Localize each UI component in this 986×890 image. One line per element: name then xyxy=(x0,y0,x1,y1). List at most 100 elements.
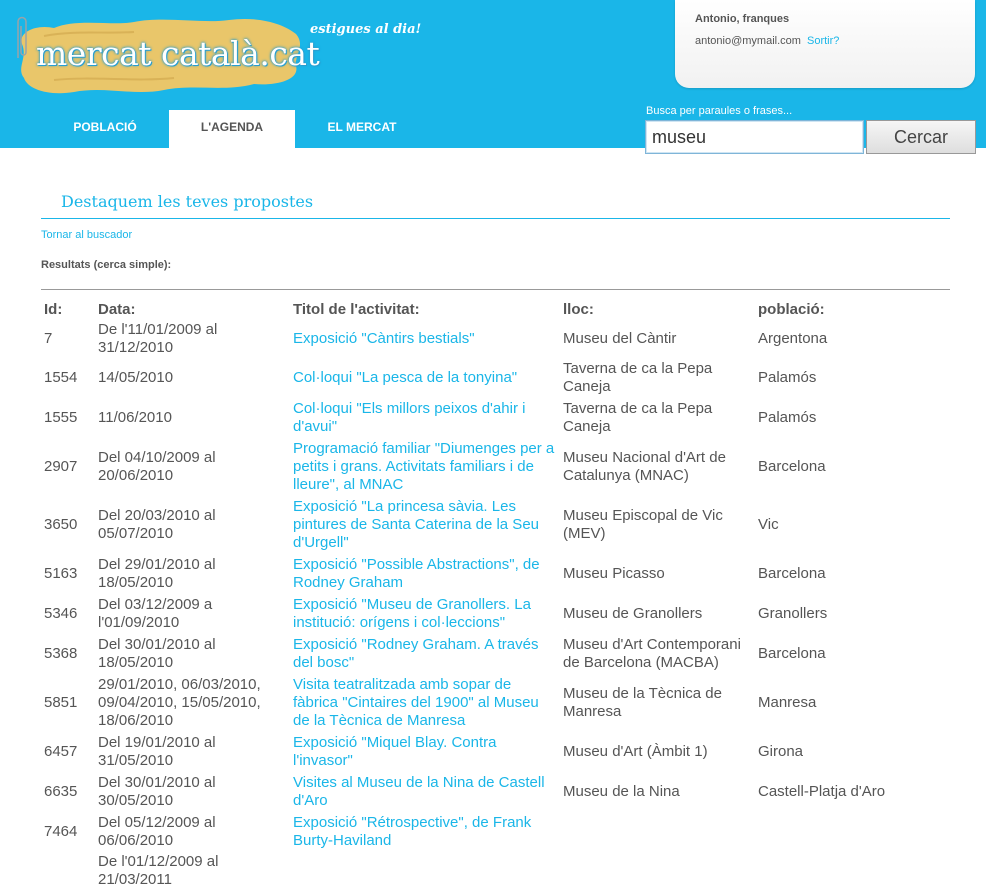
table-row: 7 De l'11/01/2009 al 31/12/2010 Exposició … xyxy=(41,320,911,358)
table-row: 5851 29/01/2010, 06/03/2010, 09/04/2010, … xyxy=(41,674,911,732)
results-label: Resultats (cerca simple): xyxy=(41,259,172,271)
activity-title-link[interactable]: Exposició "Càntirs bestials" xyxy=(290,320,560,358)
tab-el-mercat[interactable]: EL MERCAT xyxy=(295,110,429,148)
cell-id: 5368 xyxy=(44,645,78,662)
cell-date: Del 30/01/2010 al 18/05/2010 xyxy=(98,636,216,671)
user-name: Antonio, franques xyxy=(695,13,790,25)
table-row: 5163 Del 29/01/2010 al 18/05/2010 Exposici… xyxy=(41,554,911,594)
site-logo[interactable]: mercat català.cat xyxy=(14,14,320,98)
column-header-id: Id: xyxy=(44,300,63,318)
cell-date: 14/05/2010 xyxy=(98,369,174,386)
cell-id: 6457 xyxy=(44,743,78,760)
activity-title-link[interactable]: Col·loqui "La pesca de la tonyina" xyxy=(290,358,560,398)
cell-place: Taverna de ca la Pepa Caneja xyxy=(563,360,713,395)
cell-id: 5851 xyxy=(44,694,78,711)
results-body: 7 De l'11/01/2009 al 31/12/2010 Exposició … xyxy=(41,320,911,890)
cell-date: Del 29/01/2010 al 18/05/2010 xyxy=(98,556,216,591)
table-row: 5346 Del 03/12/2009 a l'01/09/2010 Exposic… xyxy=(41,594,911,634)
cell-town: Barcelona xyxy=(758,458,826,475)
cell-town: Vic xyxy=(758,516,779,533)
cell-date: De l'11/01/2009 al 31/12/2010 xyxy=(98,321,218,356)
cell-id: 7464 xyxy=(44,823,78,840)
column-header-place: lloc: xyxy=(563,300,594,318)
cell-id: 2907 xyxy=(44,458,78,475)
cell-place: Museu Episcopal de Vic (MEV) xyxy=(563,507,723,542)
column-header-title: Titol de l'activitat: xyxy=(293,300,420,318)
cell-town: Manresa xyxy=(758,694,817,711)
user-email-line: antonio@mymail.com Sortir? xyxy=(695,35,839,47)
cell-id xyxy=(41,852,95,890)
cell-id: 5346 xyxy=(44,605,78,622)
activity-title-link[interactable]: Exposició "Rétrospective", de Frank Burt… xyxy=(290,812,560,852)
cell-id: 6635 xyxy=(44,783,78,800)
column-header-town: població: xyxy=(758,300,825,318)
table-row: 5368 Del 30/01/2010 al 18/05/2010 Exposici… xyxy=(41,634,911,674)
cell-town: Palamós xyxy=(758,369,817,386)
cell-id: 7 xyxy=(44,330,53,347)
activity-title-link[interactable]: Programació familiar "Diumenges per a pe… xyxy=(290,438,560,496)
cell-town: Girona xyxy=(758,743,804,760)
table-row: 7464 Del 05/12/2009 al 06/06/2010 Exposici… xyxy=(41,812,911,852)
cell-place xyxy=(560,812,755,852)
cell-town: Argentona xyxy=(758,330,828,347)
cell-place: Museu de Granollers xyxy=(563,605,703,622)
table-header-row: Id: Data: Titol de l'activitat: lloc: po… xyxy=(41,298,911,320)
logo-text: mercat català.cat xyxy=(36,34,320,73)
table-row: 2907 Del 04/10/2009 al 20/06/2010 Programa… xyxy=(41,438,911,496)
table-row: 1555 11/06/2010 Col·loqui "Els millors pei… xyxy=(41,398,911,438)
back-to-search-link[interactable]: Tornar al buscador xyxy=(41,229,132,241)
cell-place: Museu de la Nina xyxy=(563,783,680,800)
activity-title-link xyxy=(290,852,560,890)
table-row: 6635 Del 30/01/2010 al 30/05/2010 Visites … xyxy=(41,772,911,812)
cell-id: 1554 xyxy=(44,369,78,386)
results-divider xyxy=(41,289,950,290)
table-row: 3650 Del 20/03/2010 al 05/07/2010 Exposici… xyxy=(41,496,911,554)
logout-link[interactable]: Sortir? xyxy=(807,35,839,47)
cell-date: Del 03/12/2009 a l'01/09/2010 xyxy=(98,596,213,631)
table-row: 6457 Del 19/01/2010 al 31/05/2010 Exposici… xyxy=(41,732,911,772)
cell-date: Del 20/03/2010 al 05/07/2010 xyxy=(98,507,216,542)
table-row: De l'01/12/2009 al 21/03/2011 xyxy=(41,852,911,890)
cell-date: Del 30/01/2010 al 30/05/2010 xyxy=(98,774,216,809)
cell-town xyxy=(755,852,911,890)
cell-place: Taverna de ca la Pepa Caneja xyxy=(563,400,713,435)
cell-date: 11/06/2010 xyxy=(98,409,172,426)
activity-title-link[interactable]: Exposició "Miquel Blay. Contra l'invasor… xyxy=(290,732,560,772)
cell-town xyxy=(755,812,911,852)
cell-place: Museu del Càntir xyxy=(563,330,677,347)
activity-title-link[interactable]: Exposició "La princesa sàvia. Les pintur… xyxy=(290,496,560,554)
user-panel: Antonio, franques antonio@mymail.com Sor… xyxy=(675,0,975,88)
activity-title-link[interactable]: Exposició "Rodney Graham. A través del b… xyxy=(290,634,560,674)
paperclip-icon xyxy=(17,16,27,58)
cell-date: De l'01/12/2009 al 21/03/2011 xyxy=(98,853,219,888)
cell-date: 29/01/2010, 06/03/2010, 09/04/2010, 15/0… xyxy=(98,676,261,729)
column-header-date: Data: xyxy=(98,300,136,318)
tab-poblacio[interactable]: POBLACIÓ xyxy=(41,110,169,148)
activity-title-link[interactable]: Col·loqui "Els millors peixos d'ahir i d… xyxy=(290,398,560,438)
cell-place: Museu de la Tècnica de Manresa xyxy=(563,685,722,720)
cell-place xyxy=(560,852,755,890)
user-email: antonio@mymail.com xyxy=(695,35,801,47)
cell-date: Del 19/01/2010 al 31/05/2010 xyxy=(98,734,216,769)
results-table: Id: Data: Titol de l'activitat: lloc: po… xyxy=(41,298,911,890)
activity-title-link[interactable]: Visita teatralitzada amb sopar de fàbric… xyxy=(290,674,560,732)
cell-town: Barcelona xyxy=(758,565,826,582)
cell-town: Castell-Platja d'Aro xyxy=(758,783,886,800)
cell-place: Museu d'Art (Àmbit 1) xyxy=(563,743,708,760)
tab-agenda[interactable]: L'AGENDA xyxy=(169,110,295,148)
cell-place: Museu Picasso xyxy=(563,565,665,582)
activity-title-link[interactable]: Visites al Museu de la Nina de Castell d… xyxy=(290,772,560,812)
cell-town: Granollers xyxy=(758,605,828,622)
cell-id: 3650 xyxy=(44,516,78,533)
table-row: 1554 14/05/2010 Col·loqui "La pesca de la … xyxy=(41,358,911,398)
section-divider xyxy=(41,218,950,219)
search-button[interactable]: Cercar xyxy=(866,120,976,154)
activity-title-link[interactable]: Exposició "Possible Abstractions", de Ro… xyxy=(290,554,560,594)
cell-place: Museu d'Art Contemporani de Barcelona (M… xyxy=(563,636,741,671)
activity-title-link[interactable]: Exposició "Museu de Granollers. La insti… xyxy=(290,594,560,634)
search-input[interactable] xyxy=(645,120,864,154)
section-title: Destaquem les teves propostes xyxy=(61,192,314,211)
cell-date: Del 04/10/2009 al 20/06/2010 xyxy=(98,449,216,484)
search-label: Busca per paraules o frases... xyxy=(646,105,793,117)
cell-town: Barcelona xyxy=(758,645,826,662)
